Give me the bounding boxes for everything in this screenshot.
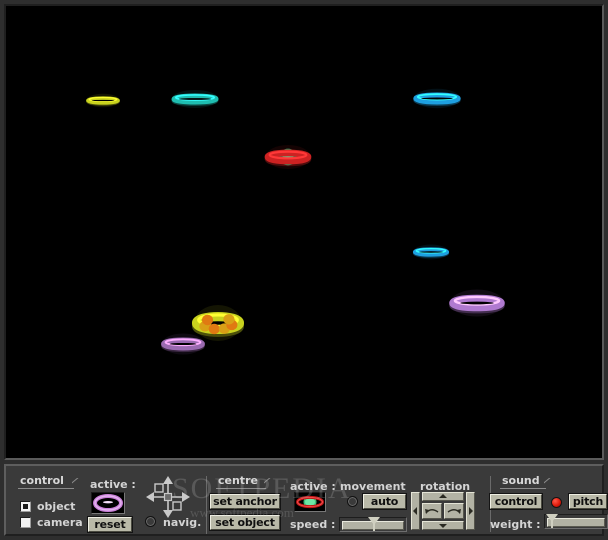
label-navig: navig. [163,516,202,529]
object-hole [178,98,212,100]
3d-viewport[interactable] [6,6,602,458]
rotate-cw-icon[interactable] [444,503,464,519]
control-panel: control object camera active : reset nav… [4,464,608,536]
label-weight: weight : [490,518,541,531]
application-window: control object camera active : reset nav… [0,0,608,540]
checkbox-object[interactable] [20,501,31,512]
torus-cyan-upper[interactable] [406,82,468,115]
set-anchor-button[interactable]: set anchor [209,493,281,510]
label-object: object [37,500,76,513]
rotation-left-button[interactable] [411,492,420,530]
group-title-centre: centre [218,474,258,487]
label-speed: speed : [290,518,336,531]
separator-centre [206,476,207,534]
checkbox-camera[interactable] [20,517,31,528]
torus-red-green-icon-glyph [296,495,324,509]
object-hole [169,342,197,346]
torus-pink-icon[interactable] [91,492,125,514]
group-title-control: control [20,474,64,487]
torus-violet-left[interactable] [154,327,212,361]
radio-navig[interactable] [145,516,156,527]
group-rule-control [18,488,74,489]
rotate-ccw-icon[interactable] [422,503,442,519]
torus-yellow-green-small[interactable] [78,86,128,115]
object-knot-lobe [201,314,214,326]
group-title-sound: sound [502,474,540,487]
reset-button[interactable]: reset [87,516,133,533]
weight-slider[interactable] [544,514,608,529]
set-object-button[interactable]: set object [209,514,281,531]
auto-button[interactable]: auto [362,493,407,510]
rotation-pad [411,492,475,530]
object-hole [418,251,444,253]
label-object-active: active : [90,478,136,491]
radio-auto[interactable] [347,496,358,507]
label-camera: camera [37,516,83,529]
sound-led-indicator[interactable] [551,497,562,508]
rotation-down-button[interactable] [422,521,464,530]
torus-cyan-lower[interactable] [405,237,457,267]
object-hole [91,99,115,102]
group-slash-sound [544,478,558,490]
weight-slider-knob[interactable] [546,514,558,528]
sound-control-button[interactable]: control [489,493,543,510]
group-rule-sound [500,488,546,489]
speed-slider[interactable] [339,517,407,532]
group-slash-centre [264,478,278,490]
torus-pink-icon-glyph [93,494,123,512]
pitch-button[interactable]: pitch [568,493,608,510]
object-hole [421,97,453,100]
viewport-frame [4,4,604,460]
group-slash-control [72,478,86,490]
torus-red-green-selected[interactable] [258,139,318,175]
four-way-arrow-icon[interactable] [142,474,194,520]
group-rule-centre [216,488,266,489]
group-title-movement: movement [340,480,406,493]
torus-teal[interactable] [164,83,226,115]
torus-violet-right[interactable] [443,284,511,322]
object-hole [460,301,494,305]
rotation-right-button[interactable] [466,492,475,530]
torus-red-green-icon[interactable] [294,492,326,512]
speed-slider-knob[interactable] [368,517,380,531]
rotation-up-button[interactable] [422,492,464,501]
object-knot-lobe [223,314,235,325]
